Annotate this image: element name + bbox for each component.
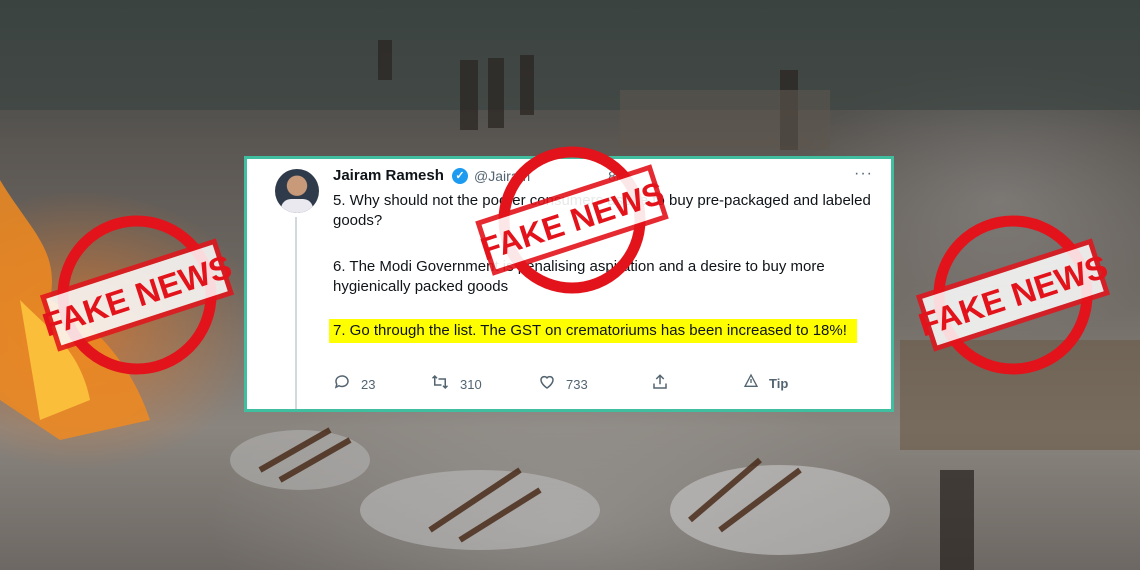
tip-button[interactable]: Tip <box>743 373 788 394</box>
tweet-paragraph-7-highlighted: 7. Go through the list. The GST on crema… <box>329 319 857 343</box>
reply-count: 23 <box>361 377 376 392</box>
fake-news-stamp-left: FAKE NEWS <box>38 210 236 385</box>
like-count: 733 <box>566 377 588 392</box>
tweet-actions: 23 310 733 Tip <box>333 373 793 397</box>
more-options-icon[interactable]: ··· <box>854 165 873 183</box>
verified-badge-icon: ✓ <box>452 168 468 184</box>
retweet-count: 310 <box>460 377 482 392</box>
retweet-icon <box>430 373 450 396</box>
author-name[interactable]: Jairam Ramesh <box>333 167 444 184</box>
like-button[interactable]: 733 <box>538 373 588 396</box>
retweet-button[interactable]: 310 <box>430 373 482 396</box>
fake-news-stamp-center: FAKE NEWS <box>475 140 669 305</box>
fake-news-stamp-right: FAKE NEWS <box>914 210 1112 385</box>
thread-line <box>295 217 297 409</box>
avatar[interactable] <box>275 169 319 213</box>
reply-button[interactable]: 23 <box>333 373 375 396</box>
reply-icon <box>333 373 351 396</box>
share-icon <box>651 373 669 396</box>
heart-icon <box>538 373 556 396</box>
tip-label: Tip <box>769 376 789 391</box>
tip-icon <box>743 373 759 394</box>
share-button[interactable] <box>651 373 669 396</box>
